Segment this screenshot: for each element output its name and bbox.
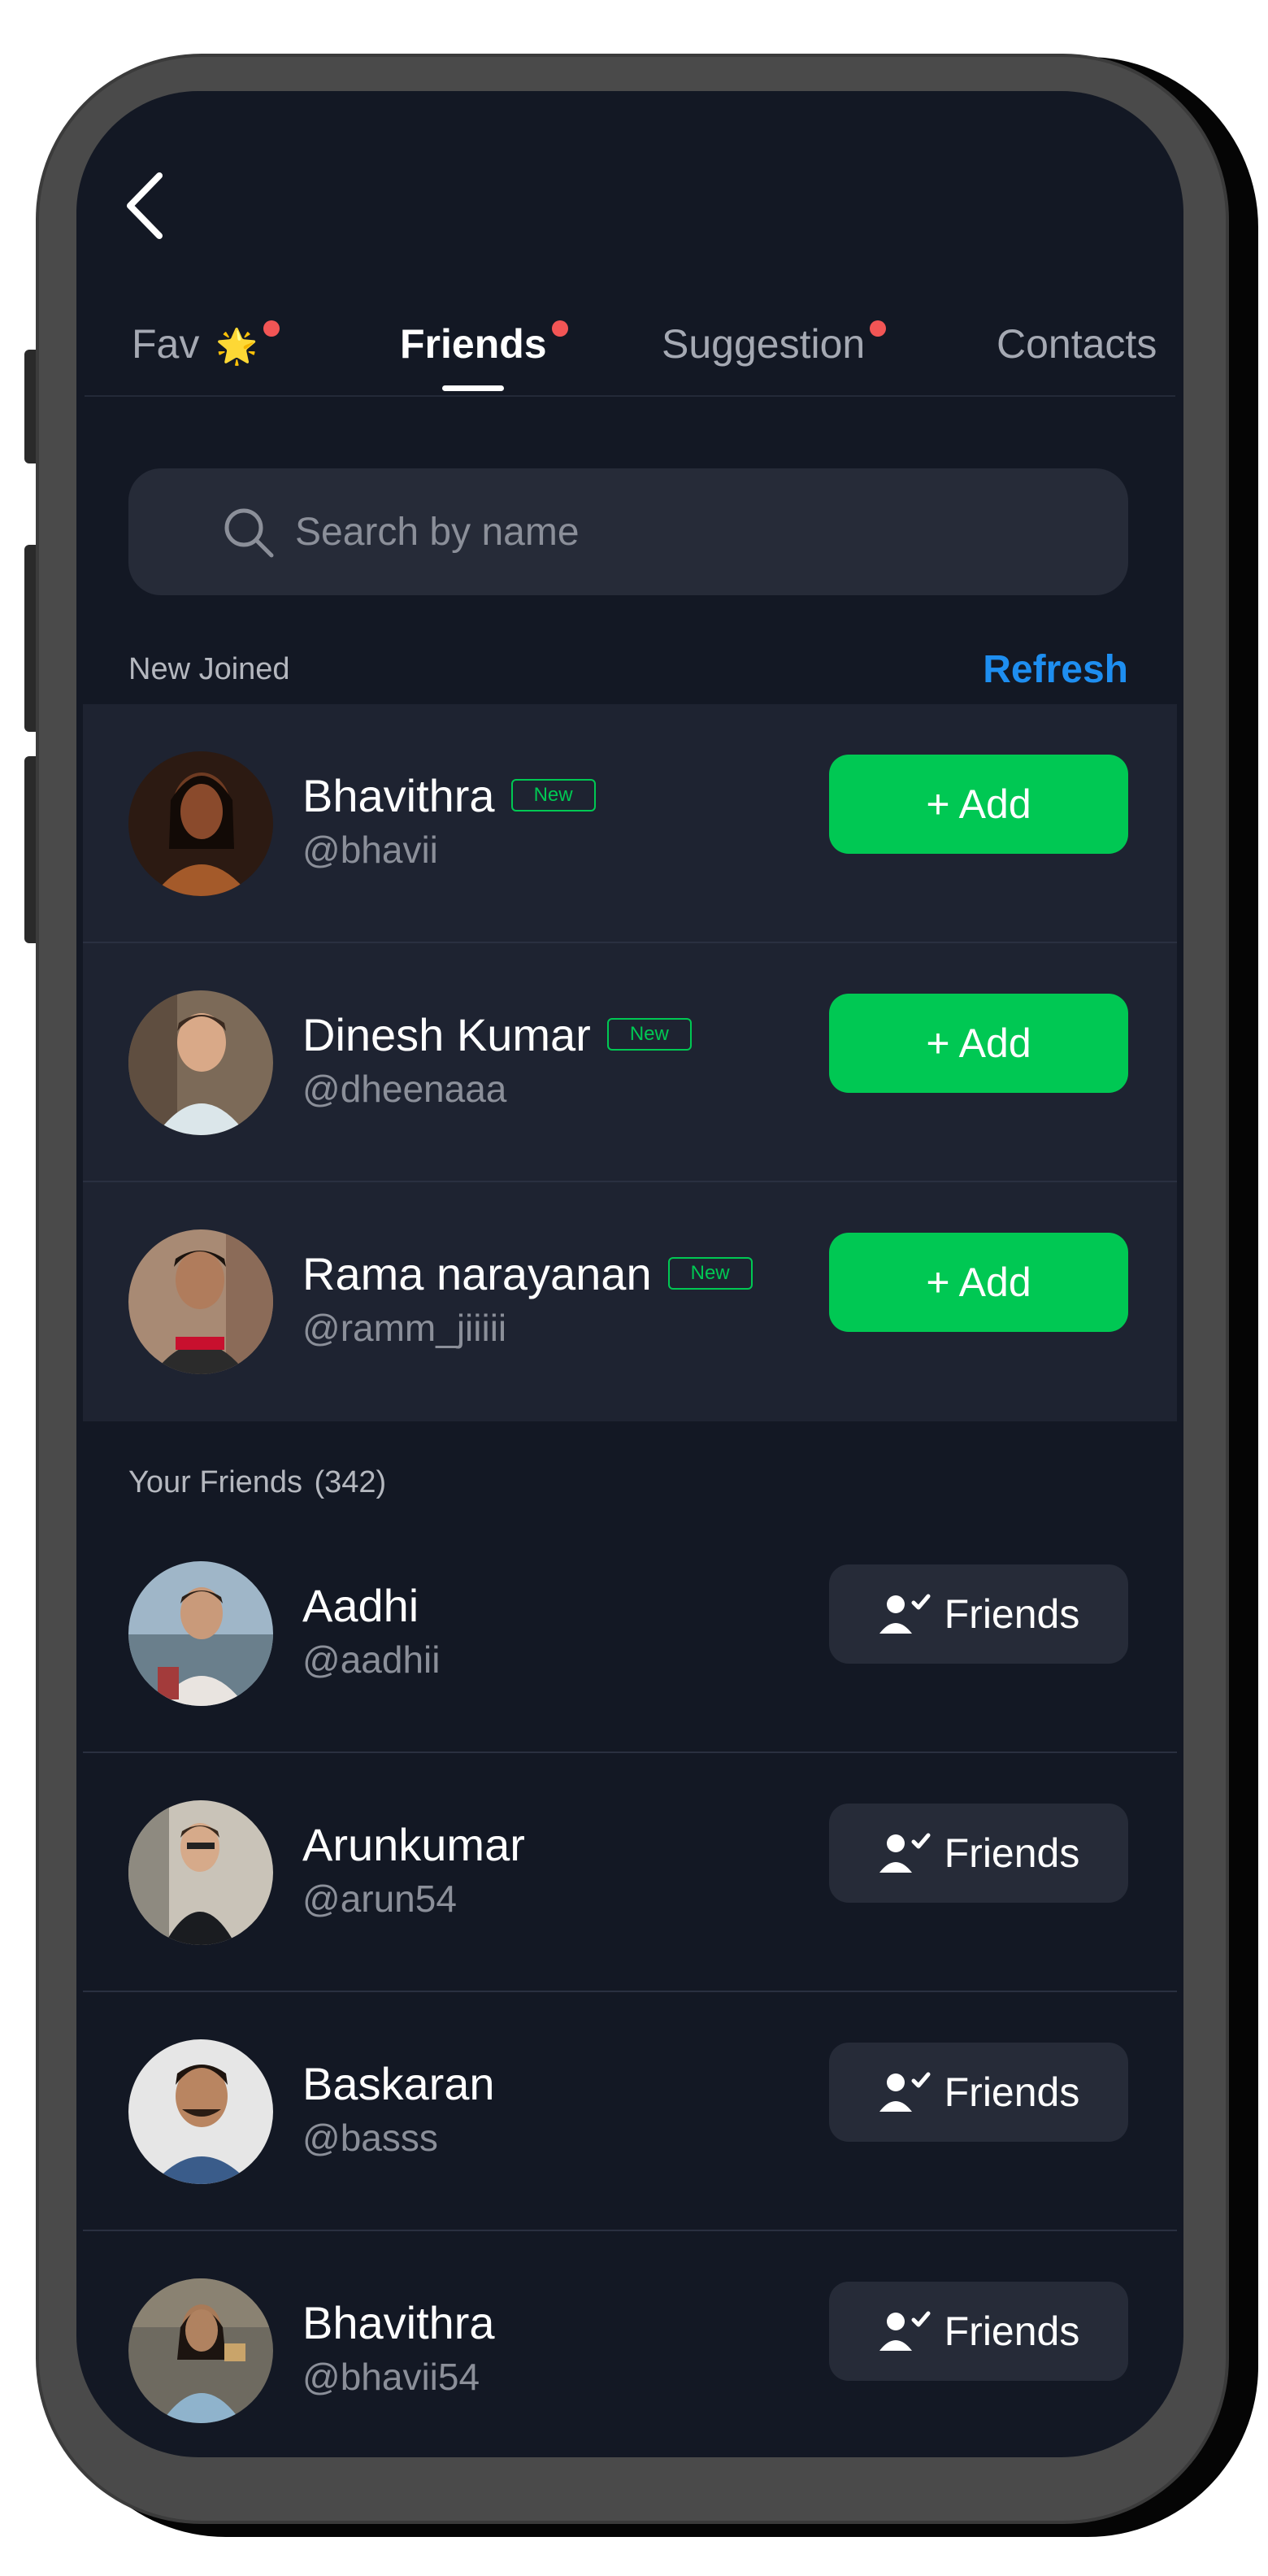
tab-contacts[interactable]: Contacts [997, 320, 1157, 368]
your-friends-header: Your Friends (342) [128, 1465, 1128, 1500]
avatar [128, 2278, 273, 2423]
active-tab-indicator [442, 385, 504, 391]
user-check-icon [879, 2072, 931, 2112]
tab-label: Contacts [997, 321, 1157, 367]
list-item: Baskaran @basss Friends [83, 1992, 1177, 2231]
notification-dot [263, 320, 280, 337]
new-joined-header: New Joined Refresh [128, 648, 1128, 691]
friends-button[interactable]: Friends [829, 1564, 1128, 1664]
tab-bar: Fav 🌟 Friends Suggestion Contacts [76, 294, 1183, 397]
user-name: Rama narayanan New [302, 1247, 753, 1300]
list-item: Rama narayanan New @ramm_jiiiii + Add [83, 1182, 1177, 1421]
tabs-divider [85, 395, 1175, 397]
friends-button-label: Friends [944, 2308, 1080, 2354]
user-name: Aadhi [302, 1580, 419, 1631]
user-name: Dinesh Kumar New [302, 1008, 692, 1061]
tab-suggestion[interactable]: Suggestion [662, 320, 887, 368]
user-check-icon [879, 2311, 931, 2351]
user-handle: @ramm_jiiiii [302, 1307, 507, 1349]
list-item: Bhavithra @bhavii54 Friends [83, 2231, 1177, 2457]
new-badge: New [606, 1018, 692, 1051]
list-item: Dinesh Kumar New @dheenaaa + Add [83, 943, 1177, 1182]
friends-button[interactable]: Friends [829, 2282, 1128, 2381]
search-bar[interactable] [128, 468, 1128, 595]
user-name: Arunkumar [302, 1819, 525, 1870]
user-check-icon [879, 1594, 931, 1634]
add-friend-button[interactable]: + Add [829, 994, 1128, 1093]
add-friend-button[interactable]: + Add [829, 1233, 1128, 1332]
star-emoji: 🌟 [215, 327, 258, 365]
list-item: Arunkumar @arun54 Friends [83, 1753, 1177, 1992]
user-check-icon [879, 1833, 931, 1873]
avatar [128, 990, 273, 1135]
refresh-button[interactable]: Refresh [983, 647, 1128, 692]
user-name-text: Rama narayanan [302, 1248, 652, 1299]
friends-button-label: Friends [944, 2069, 1080, 2115]
back-arrow-icon[interactable] [122, 169, 171, 242]
new-badge: New [510, 779, 596, 812]
avatar [128, 1561, 273, 1706]
list-item: Aadhi @aadhii Friends [83, 1514, 1177, 1753]
add-friend-button[interactable]: + Add [829, 755, 1128, 854]
avatar [128, 1229, 273, 1374]
list-item: Bhavithra New @bhavii + Add [83, 704, 1177, 943]
user-name: Bhavithra [302, 2297, 495, 2348]
user-handle: @aadhii [302, 1638, 441, 1681]
user-handle: @arun54 [302, 1878, 457, 1920]
friends-count: (342) [314, 1465, 387, 1499]
user-handle: @basss [302, 2117, 438, 2159]
user-name: Baskaran [302, 2058, 495, 2109]
user-handle: @bhavii54 [302, 2356, 480, 2398]
search-input[interactable] [295, 499, 1027, 564]
friends-button[interactable]: Friends [829, 1804, 1128, 1903]
section-title: Your Friends [128, 1465, 303, 1499]
section-title: New Joined [128, 652, 290, 686]
app-screen: Fav 🌟 Friends Suggestion Contacts New Jo… [76, 91, 1183, 2457]
friends-button[interactable]: Friends [829, 2043, 1128, 2142]
user-name: Bhavithra New [302, 769, 596, 822]
avatar [128, 751, 273, 896]
user-handle: @dheenaaa [302, 1068, 507, 1110]
tab-label: Friends [400, 321, 547, 367]
tab-fav[interactable]: Fav 🌟 [132, 320, 280, 368]
user-name-text: Dinesh Kumar [302, 1009, 591, 1060]
avatar [128, 1800, 273, 1945]
notification-dot [551, 320, 568, 337]
user-name-text: Bhavithra [302, 770, 495, 821]
user-handle: @bhavii [302, 829, 438, 871]
avatar [128, 2039, 273, 2184]
tab-friends[interactable]: Friends [400, 320, 568, 368]
friends-button-label: Friends [944, 1830, 1080, 1876]
tab-label: Suggestion [662, 321, 866, 367]
tab-label: Fav [132, 321, 200, 367]
new-badge: New [667, 1257, 753, 1290]
search-icon [224, 508, 274, 558]
friends-button-label: Friends [944, 1591, 1080, 1637]
notification-dot [870, 320, 887, 337]
